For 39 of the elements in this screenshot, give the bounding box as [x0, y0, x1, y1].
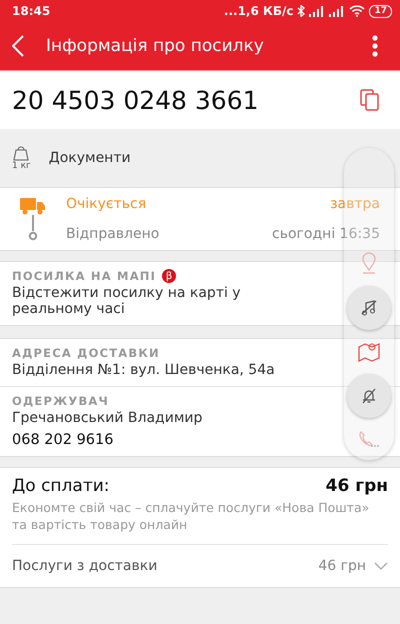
tracking-status: Відправлено — [66, 226, 160, 242]
signal-icon — [309, 6, 326, 16]
status-time: сьогодні 16:35 — [272, 226, 380, 242]
payment-note: Економте свій час – сплачуйте послуги «Нова Пошта» та вартість товару онлайн — [12, 500, 370, 534]
chevron-icon — [374, 562, 388, 570]
copy-icon[interactable] — [360, 89, 380, 111]
delivery-services-row[interactable]: Послуги з доставки 46 грн — [12, 544, 388, 587]
signal-icon — [329, 6, 346, 16]
wifi-icon — [349, 5, 366, 17]
more-icon[interactable] — [372, 35, 378, 57]
map-icon[interactable] — [358, 342, 380, 362]
weight-icon — [12, 145, 30, 161]
status-time: 18:45 — [12, 4, 50, 18]
section-heading: ОДЕРЖУВАЧ — [12, 394, 110, 408]
network-speed: ...1,6 КБ/с — [224, 4, 294, 18]
section-heading: АДРЕСА ДОСТАВКИ — [12, 346, 160, 360]
parcel-description: Документи — [48, 150, 131, 166]
payment-label: До сплати: — [12, 476, 110, 496]
services-label: Послуги з доставки — [12, 558, 158, 574]
bluetooth-icon — [297, 5, 306, 17]
note-icon — [361, 300, 377, 316]
tracking-status: Очікується — [66, 196, 146, 212]
battery-indicator: 17 — [369, 4, 392, 18]
services-amount: 46 грн — [318, 558, 366, 574]
delivery-address: Відділення №1: вул. Шевченка, 54а — [12, 362, 276, 378]
recipient-name: Гречановський Владимир — [12, 410, 204, 426]
map-description: Відстежити посилку на карті у реальному часі — [12, 285, 242, 317]
screen-title: Інформація про посилку — [46, 36, 265, 56]
timeline-connector — [28, 215, 38, 241]
beta-badge: β — [162, 269, 176, 283]
truck-icon — [20, 197, 46, 215]
bell-off-icon — [361, 388, 377, 404]
tracking-number: 20 4503 0248 3661 — [12, 86, 259, 114]
status-time: завтра — [330, 196, 380, 212]
section-heading: ПОСИЛКА НА МАПІ — [12, 269, 156, 283]
payment-amount: 46 грн — [326, 476, 388, 496]
back-icon[interactable] — [12, 35, 24, 57]
recipient-phone: 068 202 9616 — [12, 432, 114, 448]
parcel-weight: 1 кг — [12, 161, 31, 171]
